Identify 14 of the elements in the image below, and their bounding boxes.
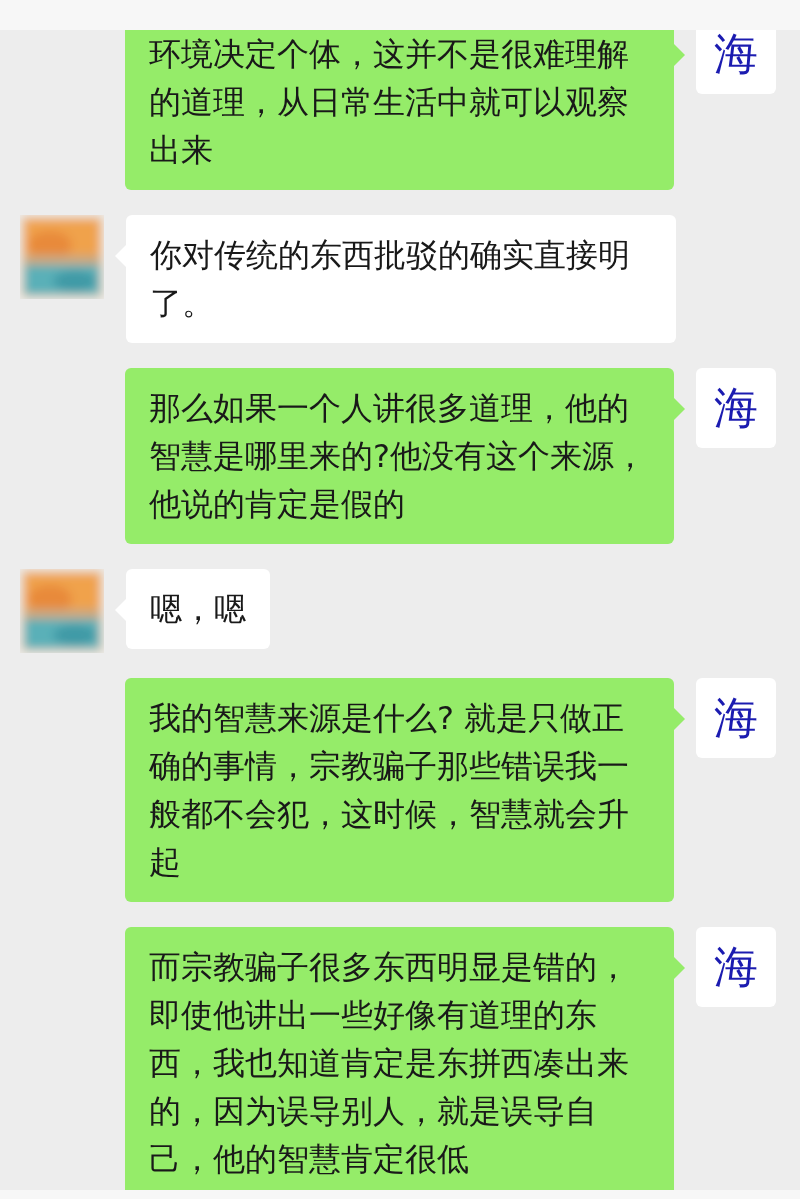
bubble-tail [674, 44, 685, 66]
avatar[interactable]: 海 [696, 368, 776, 448]
message-bubble: 那么如果一个人讲很多道理，他的智慧是哪里来的?他没有这个来源，他说的肯定是假的 [125, 368, 674, 544]
bubble-tail [674, 398, 685, 420]
message-bubble: 我的智慧来源是什么? 就是只做正确的事情，宗教骗子那些错误我一般都不会犯，这时候，智慧就会升起 [125, 678, 674, 902]
bubble-tail [674, 957, 685, 979]
avatar[interactable]: 海 [696, 30, 776, 94]
message-bubble: 嗯，嗯 [126, 569, 270, 649]
avatar[interactable]: 海 [696, 678, 776, 758]
avatar[interactable]: 海 [696, 927, 776, 1007]
message-bubble: 而宗教骗子很多东西明显是错的，即使他讲出一些好像有道理的东西，我也知道肯定是东拼西凑出来的，因为误导别人，就是误导自己，他的智慧肯定很低 [125, 927, 674, 1190]
bubble-tail [674, 708, 685, 730]
message-bubble: 你对传统的东西批驳的确实直接明了。 [126, 215, 676, 343]
message-bubble: 环境决定个体，这并不是很难理解的道理，从日常生活中就可以观察出来 [125, 30, 674, 190]
